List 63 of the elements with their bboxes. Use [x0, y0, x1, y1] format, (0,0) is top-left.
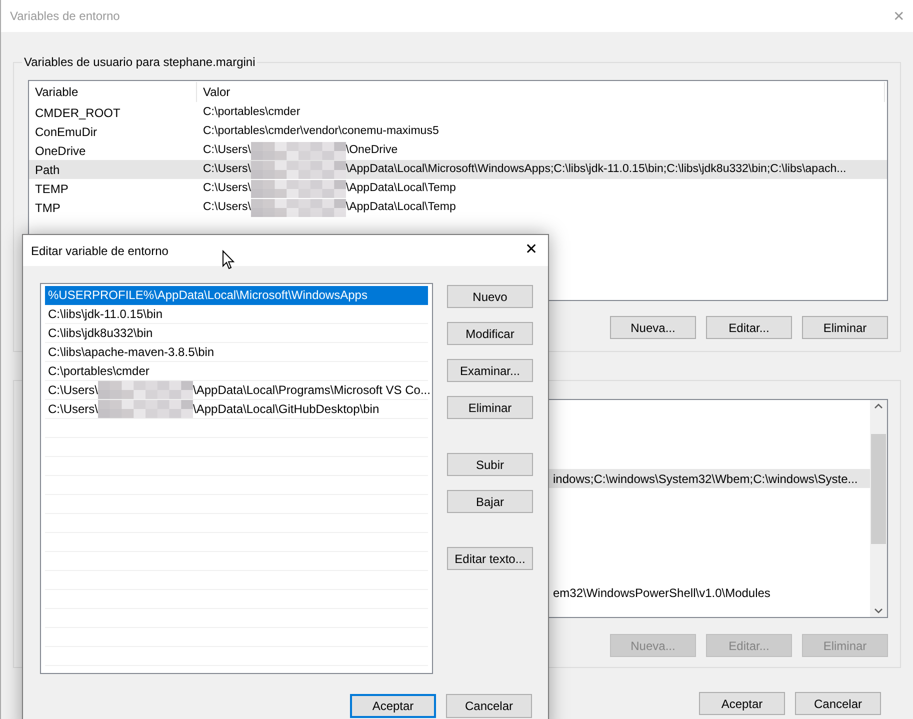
value-text: %USERPROFILE%\AppData\Local\Microsoft\WindowsApps [48, 287, 368, 304]
dialog-button[interactable]: Nueva... [610, 316, 696, 339]
value-text: \AppData\Local\Temp [346, 180, 456, 196]
dialog-button[interactable]: Subir [447, 453, 533, 476]
dialog-button[interactable]: Modificar [447, 322, 533, 345]
dialog-button[interactable]: Examinar... [447, 359, 533, 382]
column-header[interactable]: Valor [197, 82, 885, 102]
variable-name: TMP [34, 200, 62, 216]
scroll-up-icon[interactable] [874, 403, 883, 409]
value-text: C:\libs\jdk-11.0.15\bin [48, 306, 163, 323]
list-row[interactable]: Path C:\Users\ \AppData\Local\Microsoft\WindowsApps;C:\libs\jdk-11.0.15\bin;C:\libs\jdk8u332\bin;C:\libs\apach... [29, 160, 887, 179]
dialog-button[interactable]: Cancelar [446, 694, 532, 718]
value-text: C:\libs\apache-maven-3.8.5\bin [48, 344, 214, 361]
value-text: C:\portables\cmder [48, 363, 150, 380]
dialog-button[interactable]: Editar texto... [447, 547, 533, 570]
value-text: \AppData\Local\Microsoft\WindowsApps;C:\libs\jdk-11.0.15\bin;C:\libs\jdk8u332\bin;C:\libs\apach... [346, 162, 846, 177]
value-text: C:\libs\jdk8u332\bin [48, 325, 153, 342]
value-text: em32\WindowsPowerShell\v1.0\Modules [553, 584, 770, 602]
dialog-title: Editar variable de entorno [31, 242, 168, 260]
value-text: indows;C:\windows\System32\Wbem;C:\windows\Syste... [553, 470, 858, 488]
column-header[interactable]: Variable [29, 82, 197, 102]
dialog-button[interactable]: Aceptar [350, 694, 436, 718]
value-text: C:\Users\ [48, 382, 98, 399]
list-row[interactable]: ConEmuDir C:\portables\cmder\vendor\conemu-maximus5 [29, 122, 887, 141]
path-entry[interactable]: %USERPROFILE%\AppData\Local\Microsoft\WindowsApps [45, 286, 428, 305]
variable-name: TEMP [34, 180, 70, 198]
value-text: C:\Users\ [203, 200, 251, 215]
scrollbar[interactable] [870, 400, 887, 617]
path-entry[interactable]: C:\Users\ \AppData\Local\GitHubDesktop\bin [45, 400, 428, 419]
list-row[interactable]: TMP C:\Users\ \AppData\Local\Temp [29, 198, 887, 217]
value-text: \AppData\Local\GitHubDesktop\bin [193, 401, 380, 418]
dialog-button[interactable]: Eliminar [802, 316, 888, 339]
dialog-button[interactable]: Nuevo [447, 285, 533, 308]
path-entry[interactable]: C:\libs\jdk8u332\bin [45, 324, 428, 343]
value-text: C:\Users\ [203, 162, 251, 177]
value-text: C:\portables\cmder [203, 106, 300, 118]
value-text: \AppData\Local\Temp [346, 200, 456, 215]
path-entry[interactable]: C:\libs\jdk-11.0.15\bin [45, 305, 428, 324]
value-text: C:\Users\ [203, 142, 251, 158]
dialog-button[interactable]: Aceptar [699, 692, 785, 715]
variable-name: Path [34, 162, 61, 178]
value-text: C:\portables\cmder\vendor\conemu-maximus5 [203, 124, 439, 137]
scroll-down-icon[interactable] [874, 608, 883, 614]
dialog-button[interactable]: Cancelar [795, 692, 881, 715]
dialog-button[interactable]: Eliminar [447, 396, 533, 419]
value-text: \OneDrive [346, 142, 398, 158]
variable-name: CMDER_ROOT [34, 104, 122, 122]
window-title: Variables de entorno [10, 8, 120, 25]
list-row[interactable]: TEMP C:\Users\ \AppData\Local\Temp [29, 179, 887, 198]
scroll-thumb[interactable] [871, 434, 886, 544]
close-button[interactable]: ✕ [525, 239, 538, 262]
group-title: Variables de usuario para stephane.margini [22, 54, 258, 70]
list-row[interactable]: CMDER_ROOT C:\portables\cmder [29, 103, 887, 122]
variable-name: OneDrive [34, 142, 87, 160]
value-text: C:\Users\ [203, 180, 251, 196]
path-entry[interactable]: C:\libs\apache-maven-3.8.5\bin [45, 343, 428, 362]
dialog-button[interactable]: Bajar [447, 490, 533, 513]
list-row[interactable]: OneDrive C:\Users\ \OneDrive [29, 141, 887, 160]
value-text: \AppData\Local\Programs\Microsoft VS Co... [193, 382, 430, 399]
dialog-button[interactable]: Editar... [706, 316, 792, 339]
variable-name: ConEmuDir [34, 124, 98, 140]
path-entry[interactable]: C:\Users\ \AppData\Local\Programs\Microsoft VS Co... [45, 381, 428, 400]
value-text: C:\Users\ [48, 401, 98, 418]
